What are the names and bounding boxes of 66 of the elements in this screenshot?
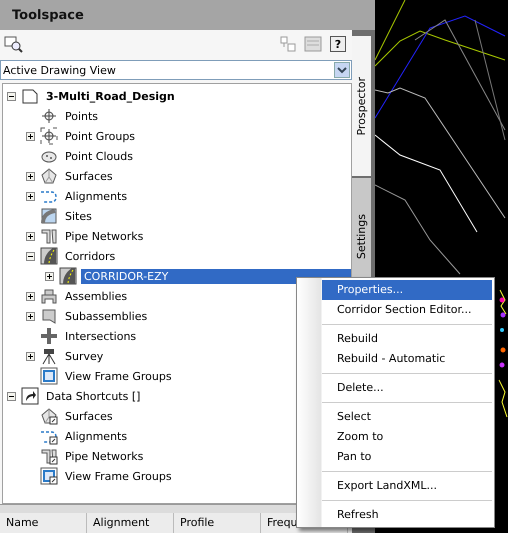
expand-toggle-icon[interactable]: [26, 132, 35, 140]
tree-item[interactable]: Point Groups: [62, 128, 138, 144]
menu-item[interactable]: Delete...: [322, 378, 492, 398]
map-icon: [40, 207, 58, 225]
expand-toggle-icon[interactable]: [7, 392, 16, 400]
menu-item[interactable]: Refresh: [322, 505, 492, 525]
tree-item[interactable]: Assemblies: [62, 288, 130, 304]
help-button[interactable]: ?: [330, 36, 346, 52]
menu-item[interactable]: Export LandXML...: [322, 476, 492, 496]
expand-toggle-icon[interactable]: [45, 272, 54, 280]
window-title: Toolspace: [12, 8, 84, 22]
shortcut-icon: [21, 387, 39, 405]
tree-item[interactable]: Pipe Networks: [62, 448, 146, 464]
frame-icon: [40, 367, 58, 385]
side-tab[interactable]: Prospector: [352, 36, 371, 176]
expand-toggle-icon[interactable]: [26, 172, 35, 180]
tree-item[interactable]: Intersections: [62, 328, 140, 344]
tree-item[interactable]: Surfaces: [62, 168, 116, 184]
menu-item[interactable]: Properties...: [322, 280, 492, 300]
expand-toggle-icon[interactable]: [7, 92, 16, 100]
expand-toggle-icon[interactable]: [26, 192, 35, 200]
crosshair-icon: [40, 127, 58, 145]
expand-toggle-icon[interactable]: [26, 252, 35, 260]
tree-item[interactable]: 3-Multi_Road_Design: [43, 88, 178, 104]
tripod-icon: [40, 347, 58, 365]
menu-item[interactable]: Rebuild: [322, 329, 492, 349]
crossroads-icon: [40, 327, 58, 345]
expand-toggle-icon[interactable]: [26, 312, 35, 320]
document-icon: [21, 87, 39, 105]
tree-item[interactable]: View Frame Groups: [62, 368, 175, 384]
chevron-down-icon: [334, 62, 350, 78]
tree-item[interactable]: View Frame Groups: [62, 468, 175, 484]
pipe-icon: [40, 227, 58, 245]
tree-item[interactable]: Surfaces: [62, 408, 116, 424]
menu-item[interactable]: Rebuild - Automatic: [322, 349, 492, 369]
column-header[interactable]: Alignment: [87, 513, 174, 533]
column-header[interactable]: Name: [0, 513, 87, 533]
tree-item[interactable]: CORRIDOR-EZY: [81, 268, 351, 284]
flag-icon: [40, 307, 58, 325]
tree-item[interactable]: Data Shortcuts []: [43, 388, 144, 404]
assembly-icon: [40, 287, 58, 305]
pyramid-icon: [40, 167, 58, 185]
expand-toggle-icon[interactable]: [26, 232, 35, 240]
view-dropdown[interactable]: Active Drawing View: [0, 60, 352, 80]
road-icon: [59, 267, 77, 285]
tree-item[interactable]: Corridors: [62, 248, 118, 264]
menu-item[interactable]: Zoom to: [322, 427, 492, 447]
tree-item[interactable]: Pipe Networks: [62, 228, 146, 244]
menu-item[interactable]: Select: [322, 407, 492, 427]
list-view-icon[interactable]: [304, 36, 322, 52]
menu-item[interactable]: Pan to: [322, 447, 492, 467]
tree-item[interactable]: Alignments: [62, 188, 130, 204]
road-icon: [40, 247, 58, 265]
tree-item[interactable]: Subassemblies: [62, 308, 150, 324]
tree-item[interactable]: Points: [62, 108, 102, 124]
column-header[interactable]: Profile: [174, 513, 261, 533]
crosshair-icon: [40, 107, 58, 125]
search-icon[interactable]: [4, 35, 24, 53]
tree-item[interactable]: Sites: [62, 208, 95, 224]
columns-icon[interactable]: [280, 36, 296, 52]
tree-item[interactable]: Alignments: [62, 428, 130, 444]
menu-item[interactable]: Corridor Section Editor...: [322, 300, 492, 320]
tree-item[interactable]: Survey: [62, 348, 106, 364]
tree-item[interactable]: Point Clouds: [62, 148, 136, 164]
expand-toggle-icon[interactable]: [26, 292, 35, 300]
expand-toggle-icon[interactable]: [26, 352, 35, 360]
